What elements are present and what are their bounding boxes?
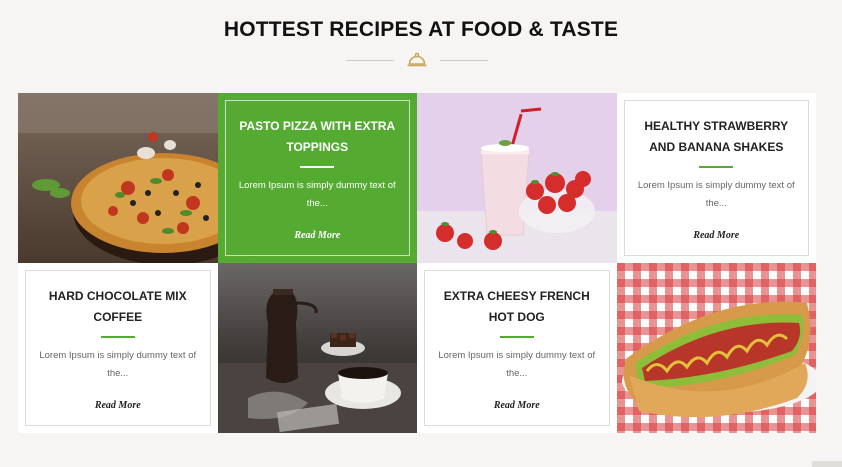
card-title[interactable]: HARD CHOCOLATE MIX COFFEE: [32, 286, 204, 328]
card-description: Lorem Ipsum is simply dummy text of the.…: [39, 350, 197, 379]
scrollbar-corner: [812, 461, 842, 467]
hotdog-photo[interactable]: [616, 263, 816, 433]
title-underline: [100, 336, 135, 338]
card-title[interactable]: PASTO PIZZA WITH EXTRA TOPPINGS: [232, 116, 404, 158]
cloche-icon: [407, 52, 427, 67]
title-underline: [699, 166, 734, 168]
recipe-card-pizza: PASTO PIZZA WITH EXTRA TOPPINGS Lorem Ip…: [217, 93, 417, 263]
read-more-link[interactable]: Read More: [26, 400, 210, 411]
card-title[interactable]: HEALTHY STRAWBERRY AND BANANA SHAKES: [631, 116, 803, 158]
card-description: Lorem Ipsum is simply dummy text of the.…: [238, 180, 396, 209]
title-underline: [499, 336, 534, 338]
recipe-card-coffee: HARD CHOCOLATE MIX COFFEE Lorem Ipsum is…: [18, 263, 218, 433]
heading-divider: [346, 52, 488, 70]
recipe-grid: PASTO PIZZA WITH EXTRA TOPPINGS Lorem Ip…: [18, 93, 816, 433]
read-more-link[interactable]: Read More: [425, 400, 609, 411]
card-title[interactable]: EXTRA CHEESY FRENCH HOT DOG: [431, 286, 603, 328]
title-underline: [300, 166, 335, 168]
card-description: Lorem Ipsum is simply dummy text of the.…: [438, 350, 596, 379]
milkshake-photo[interactable]: [417, 93, 617, 263]
recipe-card-shake: HEALTHY STRAWBERRY AND BANANA SHAKES Lor…: [616, 93, 816, 263]
section-heading: HOTTEST RECIPES AT FOOD & TASTE: [223, 18, 619, 41]
pizza-photo[interactable]: [18, 93, 218, 263]
read-more-link[interactable]: Read More: [226, 230, 410, 241]
recipe-card-hotdog: EXTRA CHEESY FRENCH HOT DOG Lorem Ipsum …: [417, 263, 617, 433]
card-description: Lorem Ipsum is simply dummy text of the.…: [637, 180, 795, 209]
read-more-link[interactable]: Read More: [625, 230, 809, 241]
coffee-photo[interactable]: [217, 263, 417, 433]
